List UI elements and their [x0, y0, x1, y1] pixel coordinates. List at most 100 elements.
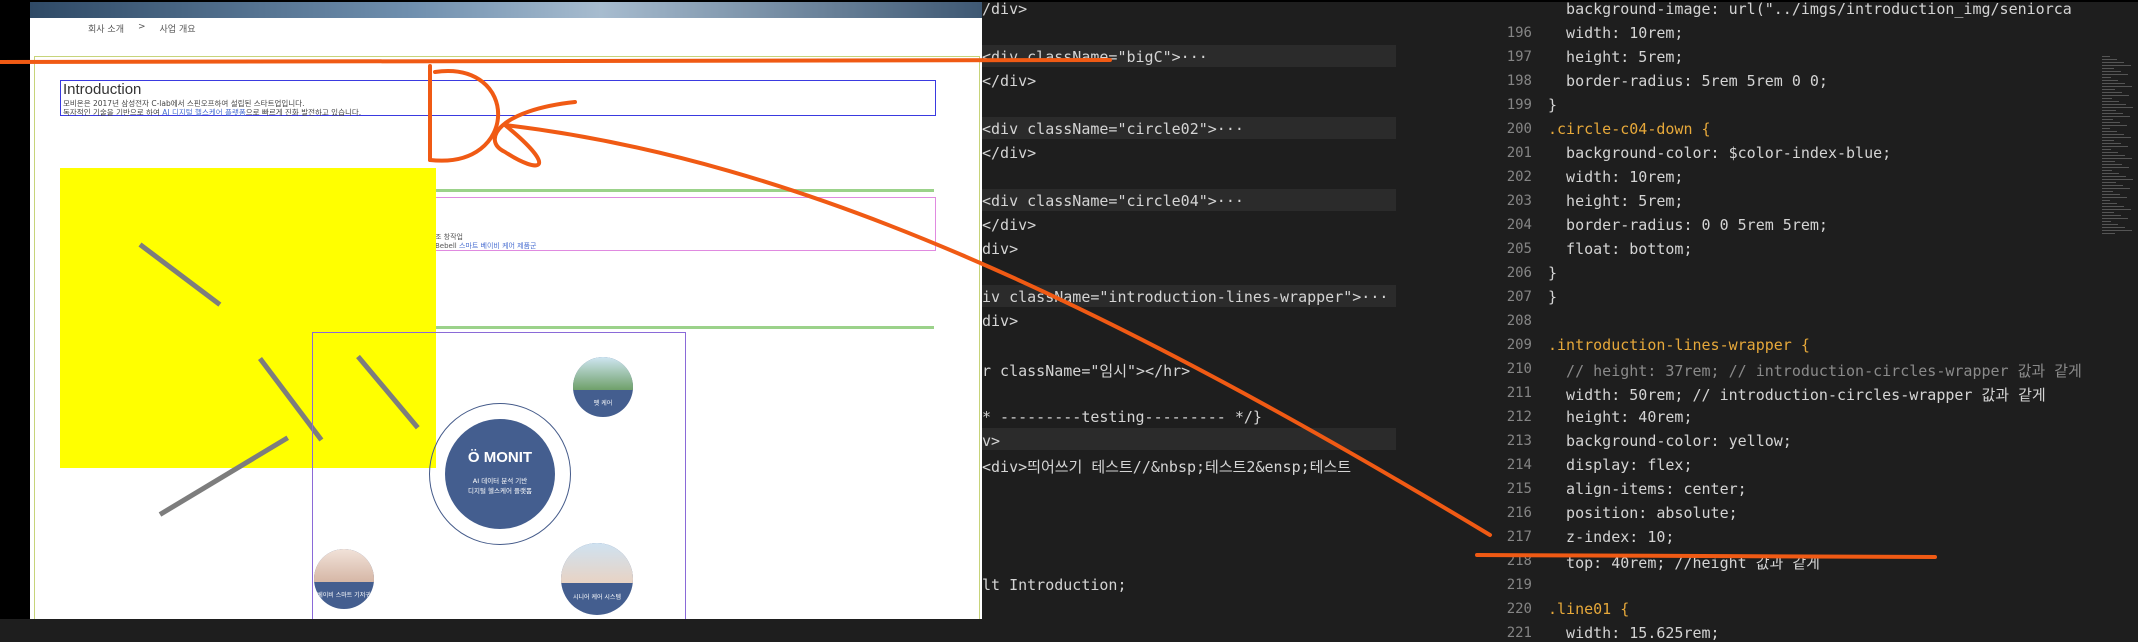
scss-code-line[interactable]: height: 5rem;	[1548, 48, 1683, 66]
line-number: 210	[1506, 361, 1532, 377]
introduction-circles-wrapper: Ö MONIT AI 데이터 분석 기반 디지털 헬스케어 플랫폼 펫 케어 베…	[312, 332, 686, 619]
scss-code-line[interactable]: width: 10rem;	[1548, 24, 1683, 42]
jsx-code-line[interactable]: </div>	[982, 72, 1036, 94]
minimap-line	[2102, 146, 2128, 147]
minimap-line	[2102, 59, 2117, 60]
line-number: 199	[1506, 97, 1532, 113]
minimap-line	[2102, 200, 2110, 201]
line-number: 218	[1506, 553, 1532, 569]
scss-code-line[interactable]: width: 15.625rem;	[1548, 624, 1720, 642]
scss-code-line[interactable]: align-items: center;	[1548, 480, 1747, 498]
jsx-code-line[interactable]: r className="임시"></hr>	[982, 360, 1190, 382]
circle-pet-label: 펫 케어	[593, 400, 613, 407]
jsx-code-line[interactable]: div>	[982, 312, 1018, 334]
scss-code-line[interactable]: width: 50rem; // introduction-circles-wr…	[1548, 384, 2046, 405]
line-number: 202	[1506, 169, 1532, 185]
minimap-line	[2102, 227, 2125, 228]
line-number: 196	[1506, 25, 1532, 41]
scss-code-line[interactable]: z-index: 10;	[1548, 528, 1674, 546]
minimap-line	[2102, 104, 2126, 105]
monit-big-circle: Ö MONIT AI 데이터 분석 기반 디지털 헬스케어 플랫폼	[445, 419, 555, 529]
line-number: 200	[1506, 121, 1532, 137]
scss-code-line[interactable]: // height: 37rem; // introduction-circle…	[1548, 360, 2082, 381]
pink-text-2: Bebell 스마트 베이비 케어 제품군	[435, 242, 537, 250]
minimap-line	[2102, 62, 2124, 63]
scss-code-line[interactable]: }	[1548, 96, 1557, 114]
scss-code-line[interactable]: }	[1548, 288, 1557, 306]
minimap-line	[2102, 92, 2122, 93]
jsx-code-line[interactable]: </div>	[982, 216, 1036, 238]
line-number: 220	[1506, 601, 1532, 617]
line-number: 205	[1506, 241, 1532, 257]
scss-editor-pane[interactable]: background-image: url("../imgs/introduct…	[1490, 0, 2100, 642]
line-number: 221	[1506, 625, 1532, 641]
introduction-text-2: 독자적인 기술을 기반으로 하여 AI 디지털 헬스케어 플랫폼으로 빠르게 진…	[63, 108, 362, 117]
breadcrumb-item-business[interactable]: 사업 개요	[160, 22, 196, 35]
scss-code-line[interactable]: top: 40rem; //height 값과 같게	[1548, 552, 1820, 573]
browser-preview: 회사 소개 > 사업 개요 Introduction 모비온은 2017년 삼성…	[30, 0, 982, 619]
jsx-code-line[interactable]: iv className="introduction-lines-wrapper…	[982, 288, 1388, 310]
line-number: 208	[1506, 313, 1532, 329]
scss-code-line[interactable]: border-radius: 0 0 5rem 5rem;	[1548, 216, 1828, 234]
minimap-line	[2102, 218, 2128, 219]
scss-code-line[interactable]: .line01 {	[1548, 600, 1629, 618]
jsx-code-line[interactable]: <div className="circle02">···	[982, 120, 1244, 142]
jsx-code-line[interactable]: div>	[982, 240, 1018, 262]
minimap[interactable]	[2098, 0, 2138, 619]
jsx-code-line[interactable]: <div className="circle04">···	[982, 192, 1244, 214]
minimap-line	[2102, 158, 2132, 159]
minimap-line	[2102, 224, 2118, 225]
scss-code-line[interactable]: display: flex;	[1548, 456, 1692, 474]
jsx-code-line[interactable]: /div>	[982, 0, 1027, 22]
minimap-line	[2102, 143, 2121, 144]
breadcrumb-item-company[interactable]: 회사 소개	[88, 22, 124, 35]
scss-code-line[interactable]: background-color: yellow;	[1548, 432, 1792, 450]
jsx-code-line[interactable]: <div>띄어쓰기 테스트//&nbsp;테스트2&ensp;테스트	[982, 456, 1351, 478]
breadcrumb: 회사 소개 > 사업 개요	[88, 22, 196, 35]
scss-code-line[interactable]: background-color: $color-index-blue;	[1548, 144, 1891, 162]
line-number: 204	[1506, 217, 1532, 233]
top-black-border	[30, 0, 2138, 2]
minimap-line	[2102, 215, 2121, 216]
scss-code-line[interactable]: height: 5rem;	[1548, 192, 1683, 210]
jsx-code-line[interactable]: </div>	[982, 144, 1036, 166]
jsx-code-line[interactable]: v>	[982, 432, 1000, 454]
scss-code-line[interactable]: width: 10rem;	[1548, 168, 1683, 186]
minimap-line	[2102, 188, 2130, 189]
minimap-line	[2102, 176, 2126, 177]
current-line-highlight	[982, 428, 1396, 450]
minimap-line	[2102, 173, 2119, 174]
scss-code-line[interactable]: position: absolute;	[1548, 504, 1738, 522]
scss-code-line[interactable]: .introduction-lines-wrapper {	[1548, 336, 1810, 354]
circle-senior-label: 시니어 케어 시스템	[573, 594, 621, 601]
jsx-code-line[interactable]: * ---------testing--------- */}	[982, 408, 1262, 430]
scss-code-line[interactable]: background-image: url("../imgs/introduct…	[1548, 0, 2072, 18]
minimap-line	[2102, 89, 2115, 90]
minimap-line	[2102, 119, 2113, 120]
minimap-line	[2102, 122, 2120, 123]
minimap-line	[2102, 212, 2114, 213]
scss-code-line[interactable]: border-radius: 5rem 5rem 0 0;	[1548, 72, 1828, 90]
minimap-line	[2102, 182, 2116, 183]
monit-logo: Ö MONIT	[467, 449, 533, 466]
minimap-line	[2102, 131, 2117, 132]
line-number: 209	[1506, 337, 1532, 353]
line-number: 217	[1506, 529, 1532, 545]
minimap-line	[2102, 179, 2133, 180]
minimap-line	[2102, 71, 2121, 72]
minimap-line	[2102, 110, 2116, 111]
minimap-line	[2102, 203, 2117, 204]
jsx-editor-pane[interactable]: /div> <div className="bigC">··· </div> <div…	[982, 0, 1490, 619]
minimap-line	[2102, 185, 2123, 186]
scss-code-line[interactable]: height: 40rem;	[1548, 408, 1692, 426]
minimap-line	[2102, 209, 2131, 210]
jsx-code-line[interactable]: lt Introduction;	[982, 576, 1127, 598]
jsx-code-line[interactable]: <div className="bigC">···	[982, 48, 1208, 70]
minimap-line	[2102, 194, 2120, 195]
scss-code-line[interactable]: .circle-c04-down {	[1548, 120, 1711, 138]
circle-pet-care: 펫 케어	[573, 357, 633, 417]
scss-code-line[interactable]: }	[1548, 264, 1557, 282]
scss-code-line[interactable]: float: bottom;	[1548, 240, 1692, 258]
minimap-line	[2102, 134, 2124, 135]
minimap-line	[2102, 155, 2125, 156]
